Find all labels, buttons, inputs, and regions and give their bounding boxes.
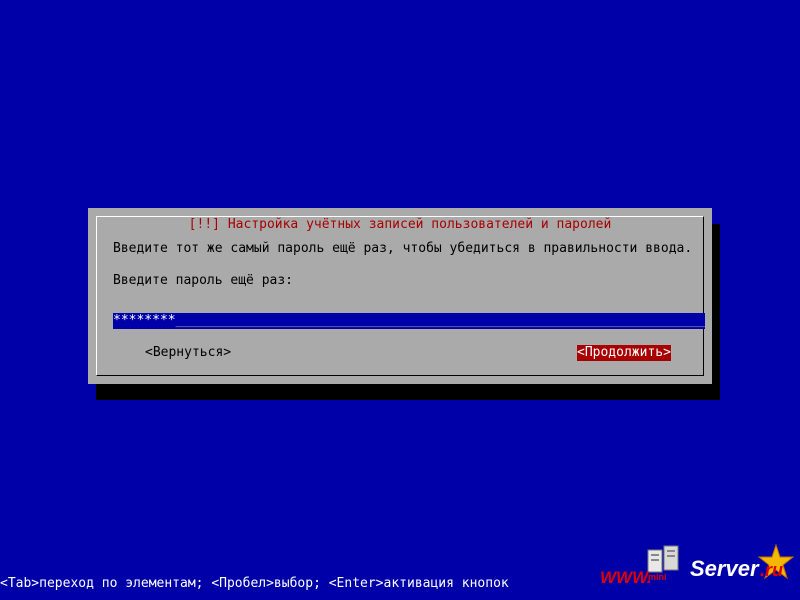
password-input[interactable]: ********________________________________… — [113, 313, 705, 329]
dialog-title: [!!] Настройка учётных записей пользоват… — [180, 217, 620, 233]
password-prompt-label: Введите пароль ещё раз: — [113, 273, 294, 288]
back-button[interactable]: <Вернуться> — [145, 345, 231, 361]
watermark-logo: WWW. mini Server .ru — [598, 544, 798, 598]
watermark-ru: .ru — [760, 560, 784, 580]
watermark-mini: mini — [648, 572, 667, 582]
dialog-title-text: [!!] Настройка учётных записей пользоват… — [188, 217, 612, 232]
dialog-description: Введите тот же самый пароль ещё раз, что… — [113, 241, 693, 256]
password-confirm-dialog: [!!] Настройка учётных записей пользоват… — [88, 208, 712, 384]
password-masked-value: ******** — [113, 313, 176, 328]
dialog-frame: [!!] Настройка учётных записей пользоват… — [96, 216, 705, 376]
keyboard-help-bar: <Tab>переход по элементам; <Пробел>выбор… — [0, 576, 509, 591]
watermark-www: WWW. — [600, 568, 652, 587]
password-field-fill: ________________________________________… — [175, 313, 705, 328]
watermark-server: Server — [690, 556, 759, 581]
continue-button[interactable]: <Продолжить> — [577, 345, 671, 361]
